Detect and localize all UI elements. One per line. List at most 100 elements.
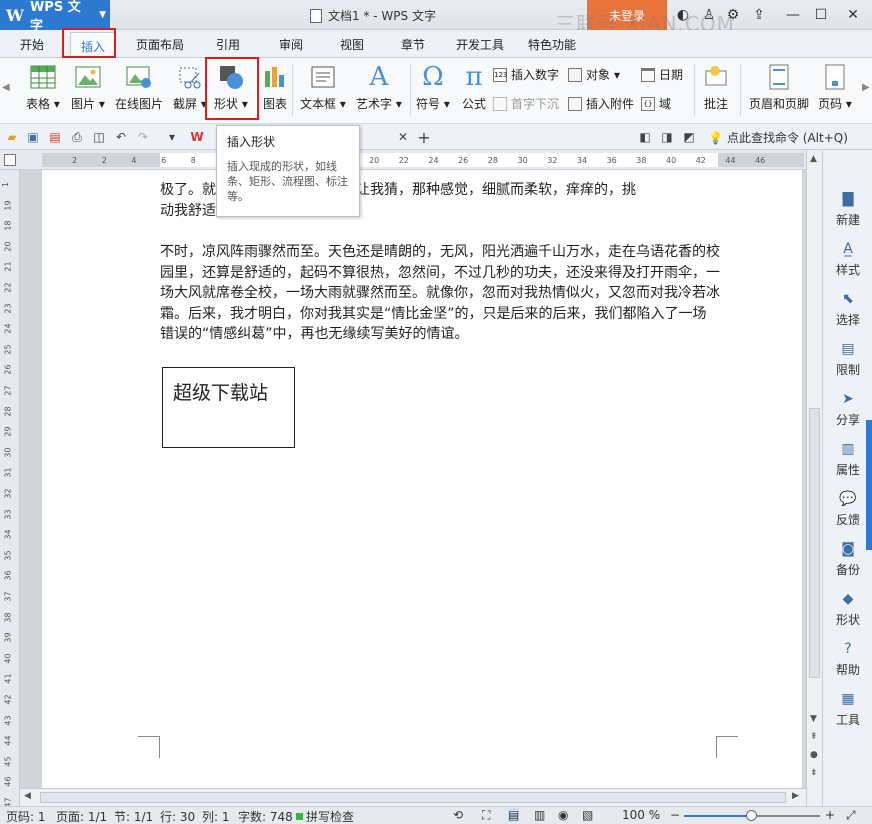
upload-icon[interactable]: ⇪ [748, 4, 770, 26]
ribbon-scroll-right-icon[interactable]: ▶ [862, 82, 870, 93]
screenshot-label: 截屏 ▾ [173, 97, 207, 111]
status-word-count[interactable]: 字数: 748 [238, 808, 293, 824]
next-page-icon[interactable]: ⇟ [810, 768, 818, 778]
command-search[interactable]: 💡 点此查找命令 (Alt+Q) [708, 129, 848, 146]
toolbar-icon-c[interactable]: ◩ [681, 129, 697, 145]
tab-references[interactable]: 引用 [216, 36, 240, 53]
symbol-button[interactable]: Ω 符号 ▾ [416, 62, 450, 112]
document-icon [310, 8, 322, 23]
undo-icon[interactable]: ↶ [113, 129, 129, 145]
chart-button[interactable]: 图表 [261, 63, 289, 112]
scroll-right-icon[interactable]: ▶ [792, 791, 799, 801]
document-textbox[interactable]: 超级下载站 [162, 367, 295, 448]
toolbar-icon-b[interactable]: ◨ [659, 129, 675, 145]
online-picture-button[interactable]: 在线图片 [115, 63, 163, 112]
panel-shape[interactable]: ◆ 形状 [823, 590, 872, 628]
horizontal-scroll-thumb[interactable] [40, 792, 786, 803]
reading-view-icon[interactable]: ▧ [582, 808, 593, 822]
web-view-icon[interactable]: ◉ [558, 808, 568, 822]
close-tab-icon[interactable]: ✕ [395, 129, 411, 145]
textbox-button[interactable]: 文本框 ▾ [300, 63, 346, 112]
toolbar-icon-a[interactable]: ◧ [637, 129, 653, 145]
panel-select[interactable]: ⬉ 选择 [823, 290, 872, 328]
picture-button[interactable]: 图片 ▾ [71, 63, 105, 112]
zoom-in-icon[interactable]: + [825, 808, 835, 822]
field-button[interactable]: {} 域 [641, 95, 671, 112]
save-icon[interactable]: ▣ [25, 129, 41, 145]
object-button[interactable]: 对象 ▾ [568, 66, 620, 83]
zoom-slider-fill [684, 815, 752, 817]
tab-home[interactable]: 开始 [20, 36, 44, 53]
panel-tools[interactable]: ▦ 工具 [823, 690, 872, 728]
vertical-scrollbar[interactable]: ▲ ▼ ⇞ ● ⇟ [806, 150, 822, 806]
panel-properties[interactable]: ▥ 属性 [823, 440, 872, 478]
scroll-up-icon[interactable]: ▲ [810, 154, 817, 164]
zoom-level[interactable]: 100 % [622, 808, 660, 822]
tab-developer[interactable]: 开发工具 [456, 36, 504, 53]
tab-review[interactable]: 审阅 [279, 36, 303, 53]
zoom-slider-knob[interactable] [746, 810, 757, 821]
comment-button[interactable]: 批注 [702, 63, 730, 112]
status-spellcheck[interactable]: 拼写检查 [296, 808, 354, 824]
tab-view[interactable]: 视图 [340, 36, 364, 53]
scroll-left-icon[interactable]: ◀ [24, 791, 31, 801]
panel-help[interactable]: ? 帮助 [823, 640, 872, 678]
wps-tab-icon[interactable]: W [189, 129, 205, 145]
zoom-slider[interactable] [684, 810, 820, 821]
pdf-icon[interactable]: ▤ [47, 129, 63, 145]
fit-window-icon[interactable]: ⤢ [846, 808, 856, 823]
redo-icon[interactable]: ↷ [135, 129, 151, 145]
horizontal-scrollbar[interactable]: ◀ ▶ [20, 788, 806, 806]
close-button[interactable]: ✕ [842, 4, 864, 26]
horizontal-ruler[interactable]: 2246810121416182022242628303234363840424… [0, 150, 822, 170]
tab-special[interactable]: 特色功能 [528, 36, 576, 53]
minimize-button[interactable]: — [782, 4, 804, 26]
vertical-ruler[interactable]: 1 19 18 20 21 22 23 24 25 26 27 28 29 30 31 32 33 34 35 36 3… [0, 170, 20, 808]
app-menu-button[interactable]: W WPS 文字 ▼ [0, 0, 110, 34]
header-footer-button[interactable]: 页眉和页脚 [749, 63, 809, 112]
customize-toolbar-icon[interactable]: ▾ [164, 129, 180, 145]
skin-icon[interactable]: ◐ [672, 4, 694, 26]
share-plane-icon: ➤ [842, 391, 854, 407]
open-folder-icon[interactable]: ▰ [4, 129, 20, 145]
scroll-down-icon[interactable]: ▼ [810, 714, 817, 724]
document-page[interactable]: 极了。就像你在我手掌心写着字让我猜，那种感觉，细腻而柔软，痒痒的，挑 动我舒适 … [42, 170, 802, 788]
panel-feedback[interactable]: 💬 反馈 [823, 490, 872, 528]
insert-number-button[interactable]: 123 插入数字 [493, 66, 559, 83]
paragraph-2[interactable]: 不时，凉风阵雨骤然而至。天色还是晴朗的，无风，阳光洒遍千山万水，走在乌语花香的校… [160, 242, 720, 345]
panel-new[interactable]: ▇ 新建 [823, 190, 872, 228]
panel-restrict[interactable]: ▤ 限制 [823, 340, 872, 378]
table-button[interactable]: 表格 ▾ [26, 63, 60, 112]
insert-attachment-button[interactable]: 插入附件 [568, 95, 634, 112]
vertical-scroll-thumb[interactable] [809, 408, 820, 678]
wordart-button[interactable]: A 艺术字 ▾ [356, 62, 402, 112]
vertical-ruler-number: 33 [3, 509, 13, 520]
properties-icon: ▥ [841, 441, 855, 457]
revision-icon[interactable]: ⟲ [453, 808, 463, 822]
page-view-icon[interactable]: ▤ [508, 808, 520, 822]
fullscreen-icon[interactable]: ⛶ [482, 808, 490, 823]
print-icon[interactable]: ⎙ [69, 129, 85, 145]
settings-icon[interactable]: ⚙ [722, 4, 744, 26]
formula-button[interactable]: π 公式 [460, 62, 488, 112]
panel-style[interactable]: A̲ 样式 [823, 240, 872, 278]
tab-selector-icon[interactable] [4, 154, 16, 166]
panel-share[interactable]: ➤ 分享 [823, 390, 872, 428]
date-button[interactable]: 日期 [641, 66, 683, 83]
screenshot-button[interactable]: 截屏 ▾ [173, 63, 207, 112]
select-browse-icon[interactable]: ● [810, 750, 818, 760]
maximize-button[interactable]: ☐ [810, 4, 832, 26]
page-number-button[interactable]: 页码 ▾ [818, 63, 852, 112]
outline-view-icon[interactable]: ▥ [534, 808, 545, 822]
print-preview-icon[interactable]: ◫ [91, 129, 107, 145]
panel-collapse-handle[interactable] [866, 420, 872, 550]
tab-page-layout[interactable]: 页面布局 [136, 36, 184, 53]
status-pages: 页面: 1/1 [56, 810, 108, 824]
panel-backup[interactable]: ◙ 备份 [823, 540, 872, 578]
tab-chapter[interactable]: 章节 [401, 36, 425, 53]
prev-page-icon[interactable]: ⇞ [810, 732, 818, 742]
ribbon-scroll-left-icon[interactable]: ◀ [2, 82, 10, 93]
zoom-out-icon[interactable]: − [670, 808, 680, 822]
new-tab-icon[interactable]: + [416, 128, 432, 147]
shirt-icon[interactable]: ♙ [698, 4, 720, 26]
